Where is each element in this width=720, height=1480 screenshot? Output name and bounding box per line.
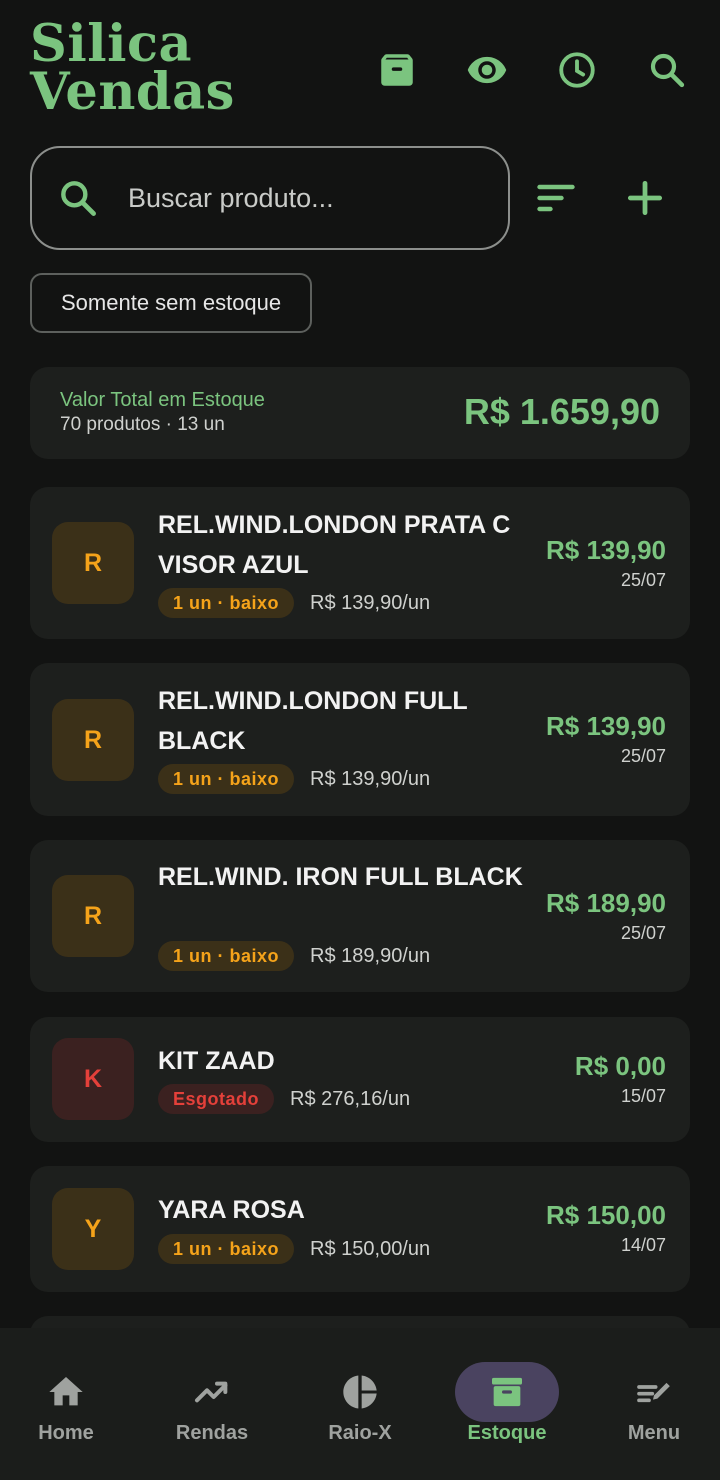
app-title-line2: Vendas [30,62,235,122]
nav-menu-label: Menu [627,1422,681,1444]
stock-badge: 1 un · baixo [158,764,295,794]
app-title: Silica Vendas [30,14,235,122]
search-input[interactable] [128,172,488,224]
unit-price: R$ 139,90/un [310,767,431,790]
unit-price: R$ 139,90/un [310,591,431,614]
product-price: R$ 139,90 [546,535,666,565]
nav-menu[interactable]: Menu [582,1328,720,1480]
product-card[interactable]: R REL.WIND.LONDON PRATA C VISOR AZUL 1 u… [30,487,690,639]
product-card[interactable]: R REL.WIND. IRON FULL BLACK 1 un · baixo… [30,840,690,992]
pie-chart-icon [308,1362,412,1422]
product-meta: 1 un · baixo R$ 150,00/un [158,1234,430,1264]
product-meta: 1 un · baixo R$ 139,90/un [158,764,430,794]
nav-raio-x-label: Raio-X [328,1422,392,1444]
product-name: REL.WIND.LONDON PRATA C VISOR AZUL [158,511,511,579]
stock-badge: 1 un · baixo [158,588,295,618]
edit-note-icon [602,1362,706,1422]
product-name: KIT ZAAD [158,1047,275,1075]
add-product-icon[interactable] [619,172,671,224]
product-card[interactable]: R REL.WIND.LONDON FULL BLACK 1 un · baix… [30,663,690,816]
unit-price: R$ 189,90/un [310,944,431,967]
product-name: REL.WIND.LONDON FULL BLACK [158,687,468,755]
nav-raio-x[interactable]: Raio-X [288,1328,432,1480]
home-icon [14,1362,118,1422]
nav-estoque[interactable]: Estoque [435,1328,579,1480]
product-price: R$ 150,00 [546,1200,666,1230]
product-date: 25/07 [620,923,666,943]
product-meta: 1 un · baixo R$ 189,90/un [158,941,430,971]
nav-rendas-label: Rendas [175,1422,249,1444]
nav-home[interactable]: Home [0,1328,138,1480]
archive-icon [455,1362,559,1422]
app-title-line1: Silica [30,14,193,74]
bottom-navigation: Home Rendas Raio-X Estoque Menu [0,1328,720,1480]
eye-icon[interactable] [462,45,512,95]
stock-badge: 1 un · baixo [158,941,295,971]
product-price: R$ 139,90 [546,711,666,741]
product-meta: 1 un · baixo R$ 139,90/un [158,588,430,618]
nav-rendas[interactable]: Rendas [140,1328,284,1480]
nav-estoque-label: Estoque [467,1422,547,1444]
product-meta: Esgotado R$ 276,16/un [158,1084,410,1114]
unit-price: R$ 150,00/un [310,1237,431,1260]
product-avatar: K [52,1038,134,1120]
search-field-icon [61,181,96,216]
product-name: REL.WIND. IRON FULL BLACK [158,863,523,891]
stock-total-label: Valor Total em Estoque [60,389,265,411]
sort-icon[interactable] [530,172,582,224]
product-price: R$ 189,90 [546,888,666,918]
product-date: 25/07 [620,746,666,766]
product-avatar: Y [52,1188,134,1270]
stock-badge: 1 un · baixo [158,1234,295,1264]
product-avatar: R [52,875,134,957]
product-date: 25/07 [620,570,666,590]
product-avatar: R [52,522,134,604]
archive-icon[interactable] [372,45,422,95]
product-date: 14/07 [620,1235,666,1255]
out-of-stock-filter-chip[interactable]: Somente sem estoque [30,273,313,333]
nav-home-label: Home [38,1422,94,1444]
product-card[interactable]: Y YARA ROSA 1 un · baixo R$ 150,00/un R$… [30,1166,690,1292]
clock-icon[interactable] [552,45,602,95]
product-card[interactable]: K KIT ZAAD Esgotado R$ 276,16/un R$ 0,00… [30,1017,690,1142]
out-of-stock-filter-label: Somente sem estoque [61,290,282,315]
stock-total-card: Valor Total em Estoque 70 produtos · 13 … [30,367,690,459]
stock-total-subtitle: 70 produtos · 13 un [60,414,225,435]
search-icon[interactable] [642,45,692,95]
product-avatar: R [52,699,134,781]
trending-up-icon [160,1362,264,1422]
unit-price: R$ 276,16/un [290,1087,411,1110]
product-name: YARA ROSA [158,1196,305,1224]
search-field[interactable] [30,146,510,250]
product-date: 15/07 [620,1086,666,1106]
app-header: Silica Vendas [0,0,720,140]
stock-total-value: R$ 1.659,90 [463,391,660,432]
product-price: R$ 0,00 [574,1051,666,1081]
stock-badge: Esgotado [158,1084,275,1114]
